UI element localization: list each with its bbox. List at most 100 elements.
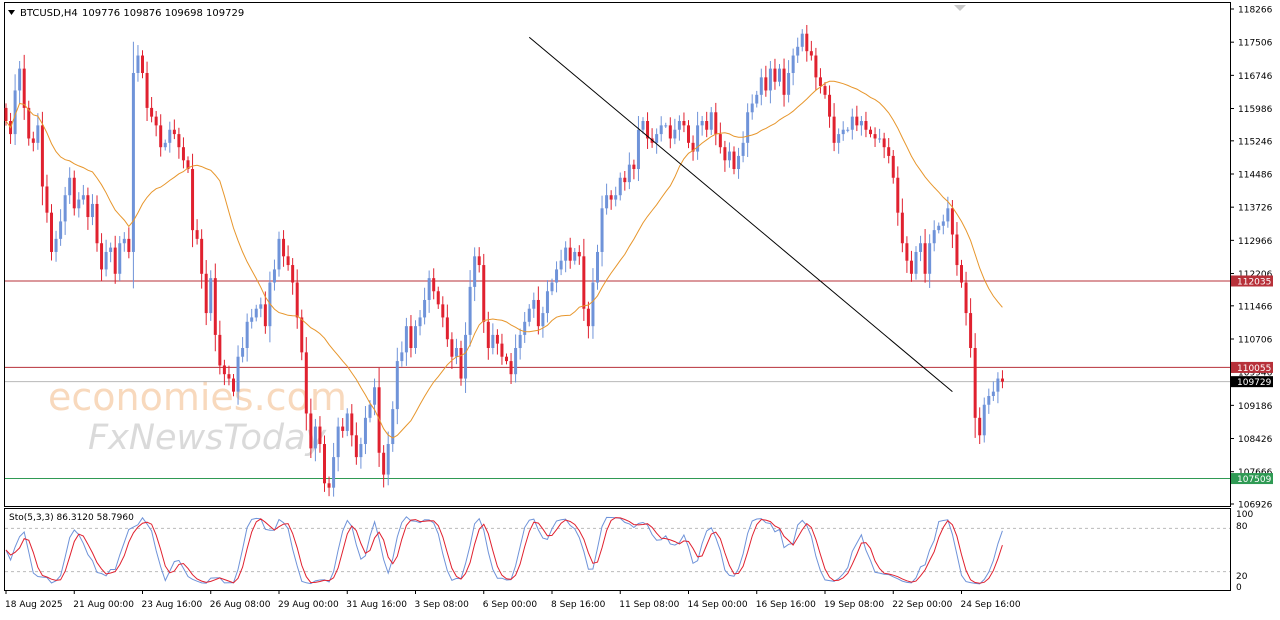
candle-body — [859, 121, 863, 126]
candle-body — [887, 147, 891, 156]
time-axis-label: 23 Aug 16:00 — [142, 600, 203, 610]
candle-body — [336, 426, 340, 458]
candle[interactable] — [131, 41, 135, 289]
candle-body — [291, 265, 295, 283]
stoch-level-20: 20 — [1236, 572, 1248, 582]
time-axis-label: 29 Aug 00:00 — [278, 600, 339, 610]
candle-body — [545, 291, 549, 314]
candle-body — [946, 208, 950, 222]
candle-body — [300, 317, 304, 353]
candle-body — [850, 116, 854, 130]
candle-body — [950, 208, 954, 235]
candle-body — [423, 299, 427, 318]
time-axis-label: 24 Sep 16:00 — [961, 600, 1021, 610]
candle-body — [700, 121, 704, 126]
candle-body — [227, 374, 231, 379]
candle-body — [318, 426, 322, 445]
candle-body — [181, 147, 185, 161]
candle-body — [241, 347, 245, 357]
candle-body — [941, 221, 945, 226]
candle-body — [77, 199, 81, 209]
candle-body — [491, 334, 495, 348]
time-axis-label: 21 Aug 00:00 — [73, 600, 134, 610]
candle-body — [409, 326, 413, 348]
candle-body — [568, 247, 572, 261]
candle-body — [209, 278, 213, 314]
candle-body — [536, 299, 540, 327]
candle-body — [727, 151, 731, 161]
candle-body — [395, 361, 399, 410]
candle-body — [564, 247, 568, 261]
candle-body — [200, 238, 204, 274]
candle-body — [400, 352, 404, 362]
candle-body — [441, 304, 445, 318]
candle-body — [131, 72, 135, 252]
candle-body — [991, 391, 995, 397]
candle-body — [163, 142, 167, 148]
candle-body — [809, 51, 813, 56]
candle-body — [427, 278, 431, 300]
candle-body — [286, 256, 290, 266]
candle-body — [254, 308, 258, 318]
candle-body — [969, 313, 973, 348]
candle-body — [323, 444, 326, 484]
candle-body — [445, 317, 449, 340]
candle-body — [737, 155, 741, 170]
candle-body — [295, 282, 299, 318]
candle-body — [555, 269, 559, 283]
candle-body — [359, 444, 363, 458]
stoch-level-80: 80 — [1236, 522, 1248, 532]
candle-body — [482, 265, 486, 322]
candle-body — [746, 112, 750, 143]
candle-body — [750, 103, 754, 113]
candle-body — [900, 212, 904, 244]
candle-body — [677, 121, 681, 130]
candle-body — [418, 317, 422, 327]
candle-body — [709, 112, 713, 130]
candle-body — [272, 269, 276, 283]
candle-body — [31, 138, 35, 143]
candle-body — [113, 247, 117, 274]
candle-body — [673, 129, 677, 139]
candle-body — [873, 134, 877, 139]
candle-body — [414, 326, 417, 348]
candle-body — [86, 195, 90, 218]
candle-body — [759, 77, 763, 95]
stoch-level-100: 100 — [1236, 510, 1253, 520]
candle-body — [500, 343, 504, 357]
candle-body — [22, 68, 26, 108]
candle-body — [682, 121, 686, 126]
candle-body — [882, 138, 886, 148]
candle-body — [559, 260, 563, 270]
candle-body — [313, 426, 317, 449]
candle-body — [532, 299, 536, 309]
candle-body — [755, 94, 759, 104]
candle-body — [464, 334, 468, 379]
candle-body — [596, 251, 599, 283]
candle-body — [509, 361, 513, 375]
candle-body — [63, 195, 67, 222]
stoch-level-0: 0 — [1236, 583, 1242, 593]
candle-body — [136, 55, 140, 73]
ohlc-quote: 109776 109876 109698 109729 — [82, 8, 244, 19]
price-axis-label: 118266 — [1238, 6, 1273, 16]
price-chart[interactable]: economies.com FxNewsToday BTCUSD,H4 1097… — [0, 0, 1280, 616]
price-axis-label: 117506 — [1238, 39, 1273, 49]
candle-body — [577, 251, 581, 257]
candle-body — [204, 273, 208, 314]
candle-body — [154, 116, 158, 126]
price-axis-label: 115246 — [1238, 137, 1273, 147]
indicator-axis: 100 80 20 0 — [1236, 510, 1253, 593]
time-axis-label: 14 Sep 00:00 — [688, 600, 748, 610]
candle-body — [90, 203, 94, 218]
chart-window[interactable]: economies.com FxNewsToday BTCUSD,H4 1097… — [0, 0, 1280, 616]
candle-body — [823, 86, 827, 95]
candle-body — [573, 251, 577, 261]
candle-body — [919, 243, 923, 252]
candle-body — [332, 457, 336, 488]
candle-body — [960, 265, 963, 283]
time-axis-label: 18 Aug 2025 — [5, 600, 63, 610]
candle-body — [828, 94, 832, 117]
candle-body — [914, 251, 918, 274]
candle-body — [40, 125, 44, 187]
